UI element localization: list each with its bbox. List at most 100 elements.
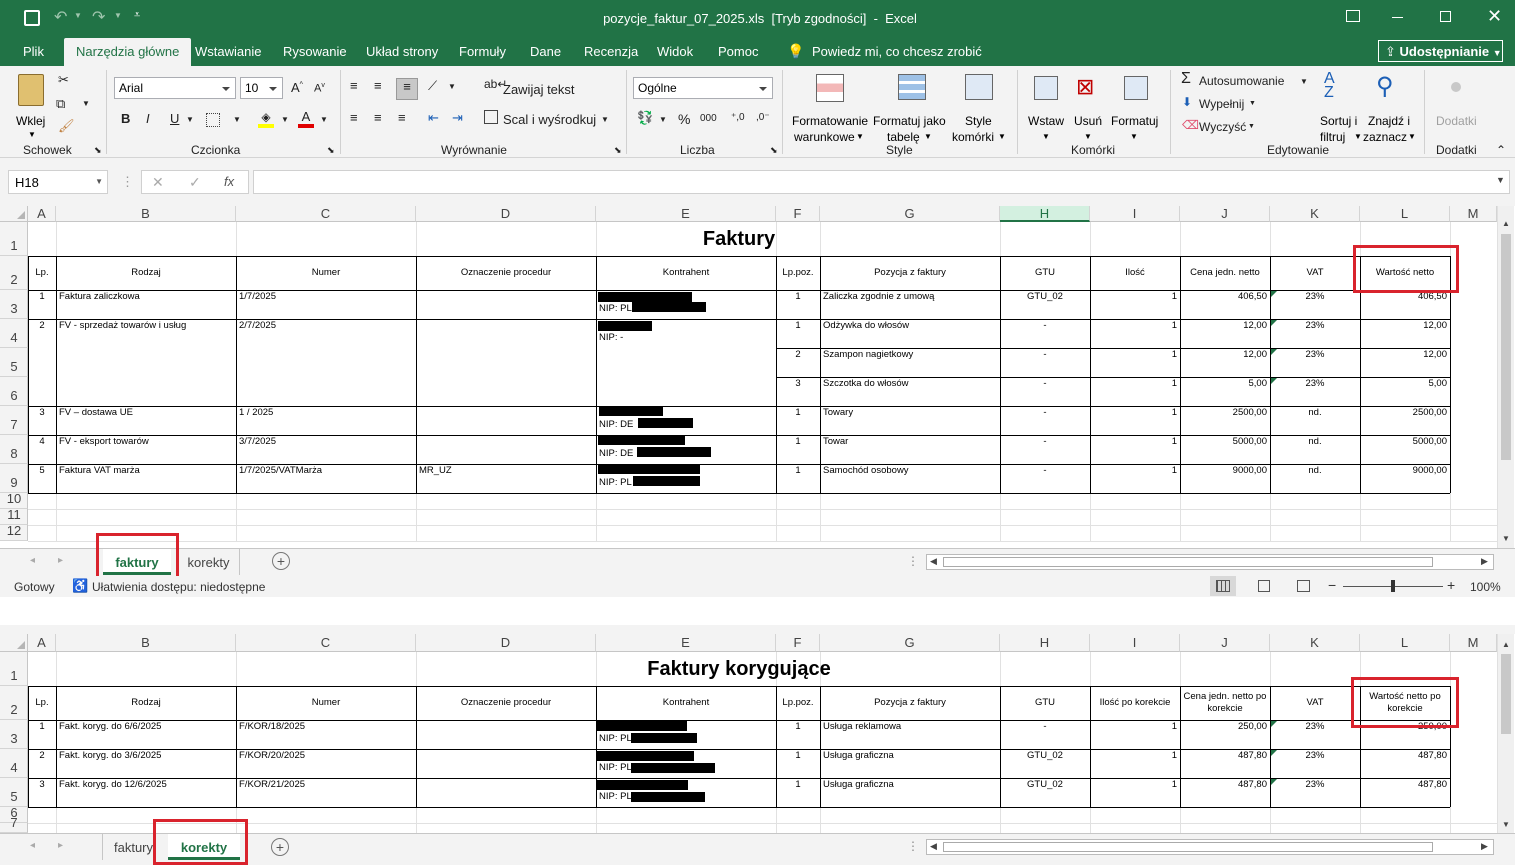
cell-cena[interactable]: 5,00	[1180, 377, 1270, 390]
scroll-up-icon[interactable]: ▲	[1502, 640, 1510, 649]
column-header-i[interactable]: I	[1090, 634, 1180, 652]
sort-filter-button[interactable]: AZ Sortuj i filtruj ▼	[1316, 71, 1362, 145]
column-header-l[interactable]: L	[1360, 634, 1450, 652]
cell-lp[interactable]: 2	[28, 319, 56, 332]
column-header-k[interactable]: K	[1270, 634, 1360, 652]
align-top-icon[interactable]: ≡	[350, 78, 358, 93]
cell-pozycja[interactable]: Odżywka do włosów	[820, 319, 1000, 332]
fill-button[interactable]: Wypełnij	[1199, 97, 1244, 111]
merge-center-button[interactable]: Scal i wyśrodkuj	[503, 112, 596, 127]
font-launcher-icon[interactable]: ⬊	[327, 145, 335, 156]
column-header-f[interactable]: F	[776, 206, 820, 222]
sheet-faktury-grid[interactable]: ABCDEFGHIJKLM 1 2 3 4 5 6 7 8 9 10 11 12 Faktury Lp.…	[0, 206, 1497, 548]
redo-dropdown-icon[interactable]: ▼	[114, 11, 122, 20]
accessibility-status[interactable]: Ułatwienia dostępu: niedostępne	[92, 580, 265, 594]
row-header[interactable]: 8	[0, 435, 28, 464]
comma-style-button[interactable]: 000	[700, 113, 717, 124]
fill-color-icon[interactable]: ◈	[258, 110, 274, 128]
align-right-icon[interactable]: ≡	[398, 110, 406, 125]
row-header[interactable]: 3	[0, 720, 28, 749]
decrease-indent-icon[interactable]: ⇤	[428, 110, 439, 126]
increase-font-icon[interactable]: A^	[291, 80, 303, 95]
cell-lp-poz[interactable]: 3	[776, 377, 820, 390]
cell-gtu[interactable]: -	[1000, 435, 1090, 448]
scroll-left-icon[interactable]: ◀	[930, 841, 937, 852]
addins-button[interactable]: Dodatki	[1432, 72, 1482, 142]
tab-data[interactable]: Dane	[530, 44, 561, 59]
cell-wartosc[interactable]: 487,80	[1360, 749, 1450, 762]
cell-numer[interactable]: F/KOR/20/2025	[236, 749, 416, 762]
tab-splitter-icon[interactable]: ⋮	[907, 839, 919, 853]
number-format-select[interactable]: Ogólne	[633, 77, 773, 99]
accessibility-icon[interactable]: ♿	[72, 578, 88, 594]
tab-draw[interactable]: Rysowanie	[283, 44, 347, 59]
cell-gtu[interactable]: -	[1000, 406, 1090, 419]
cell-rodzaj[interactable]: FV - sprzedaż towarów i usług	[56, 319, 236, 332]
undo-icon[interactable]: ↶	[54, 7, 67, 27]
column-header-a[interactable]: A	[28, 634, 56, 652]
conditional-formatting-button[interactable]: Formatowanie warunkowe ▼	[790, 72, 870, 144]
cell-wartosc[interactable]: 5,00	[1360, 377, 1450, 390]
cell-ilosc[interactable]: 1	[1090, 377, 1180, 390]
increase-decimal-icon[interactable]: ⁺,0	[731, 112, 745, 123]
cell-kontrahent-nip[interactable]: NIP: -	[596, 331, 656, 344]
ribbon-display-options-icon[interactable]	[1346, 10, 1360, 22]
cell-procedury[interactable]	[416, 406, 596, 419]
delete-cells-button[interactable]: ⊠ Usuń ▼	[1070, 72, 1110, 142]
cell-ilosc[interactable]: 1	[1090, 435, 1180, 448]
cell-rodzaj[interactable]: Fakt. koryg. do 3/6/2025	[56, 749, 236, 762]
font-color-icon[interactable]: A	[298, 109, 314, 128]
cell-vat[interactable]: nd.	[1270, 464, 1360, 477]
new-sheet-icon[interactable]: +	[272, 552, 290, 570]
cell-gtu[interactable]: -	[1000, 348, 1090, 361]
scroll-down-icon[interactable]: ▼	[1502, 820, 1510, 829]
cell-ilosc[interactable]: 1	[1090, 348, 1180, 361]
cell-lp[interactable]: 1	[28, 720, 56, 733]
scroll-left-icon[interactable]: ◀	[930, 556, 937, 567]
row-header[interactable]: 4	[0, 749, 28, 778]
row-header[interactable]: 4	[0, 319, 28, 348]
cell-ilosc[interactable]: 1	[1090, 720, 1180, 733]
column-header-l[interactable]: L	[1360, 206, 1450, 222]
scroll-thumb[interactable]	[1501, 654, 1511, 734]
cell-vat[interactable]: 23%	[1270, 290, 1360, 303]
enter-icon[interactable]: ✓	[189, 174, 201, 191]
percent-style-button[interactable]: %	[678, 111, 690, 127]
align-bottom-icon[interactable]: ≡	[396, 78, 418, 100]
cell-lp-poz[interactable]: 1	[776, 464, 820, 477]
column-header-e[interactable]: E	[596, 206, 776, 222]
row-header[interactable]: 7	[0, 815, 28, 833]
cell-pozycja[interactable]: Szampon nagietkowy	[820, 348, 1000, 361]
row-header[interactable]: 12	[0, 523, 28, 541]
cell-wartosc[interactable]: 2500,00	[1360, 406, 1450, 419]
accounting-format-icon[interactable]: 💱	[637, 110, 653, 126]
number-launcher-icon[interactable]: ⬊	[770, 145, 778, 156]
align-left-icon[interactable]: ≡	[350, 110, 358, 125]
bold-button[interactable]: B	[121, 111, 130, 126]
cell-lp-poz[interactable]: 1	[776, 319, 820, 332]
undo-dropdown-icon[interactable]: ▼	[74, 11, 82, 20]
orientation-dropdown-icon[interactable]: ▼	[448, 82, 456, 91]
merge-dropdown-icon[interactable]: ▼	[601, 115, 609, 124]
cell-lp-poz[interactable]: 1	[776, 749, 820, 762]
prev-sheet-icon[interactable]: ◂	[30, 555, 35, 566]
font-size-select[interactable]: 10	[240, 77, 283, 99]
horizontal-scrollbar[interactable]: ◀ ▶	[926, 554, 1494, 570]
scroll-up-icon[interactable]: ▲	[1502, 219, 1510, 228]
column-header-a[interactable]: A	[28, 206, 56, 222]
cell-cena[interactable]: 12,00	[1180, 348, 1270, 361]
cell-lp[interactable]: 1	[28, 290, 56, 303]
column-header-g[interactable]: G	[820, 206, 1000, 222]
cut-icon[interactable]: ✂	[58, 72, 69, 88]
cell-ilosc[interactable]: 1	[1090, 406, 1180, 419]
scroll-right-icon[interactable]: ▶	[1481, 556, 1488, 567]
borders-dropdown-icon[interactable]: ▼	[233, 115, 241, 124]
row-header[interactable]: 1	[0, 222, 28, 256]
font-color-dropdown-icon[interactable]: ▼	[320, 115, 328, 124]
orientation-icon[interactable]: ⟋	[428, 78, 437, 94]
column-header-m[interactable]: M	[1450, 206, 1497, 222]
row-header[interactable]: 7	[0, 406, 28, 435]
cell-rodzaj[interactable]: Faktura VAT marża	[56, 464, 236, 477]
cell-procedury[interactable]: MR_UZ	[416, 464, 596, 477]
tell-me-search[interactable]: Powiedz mi, co chcesz zrobić	[812, 44, 982, 59]
